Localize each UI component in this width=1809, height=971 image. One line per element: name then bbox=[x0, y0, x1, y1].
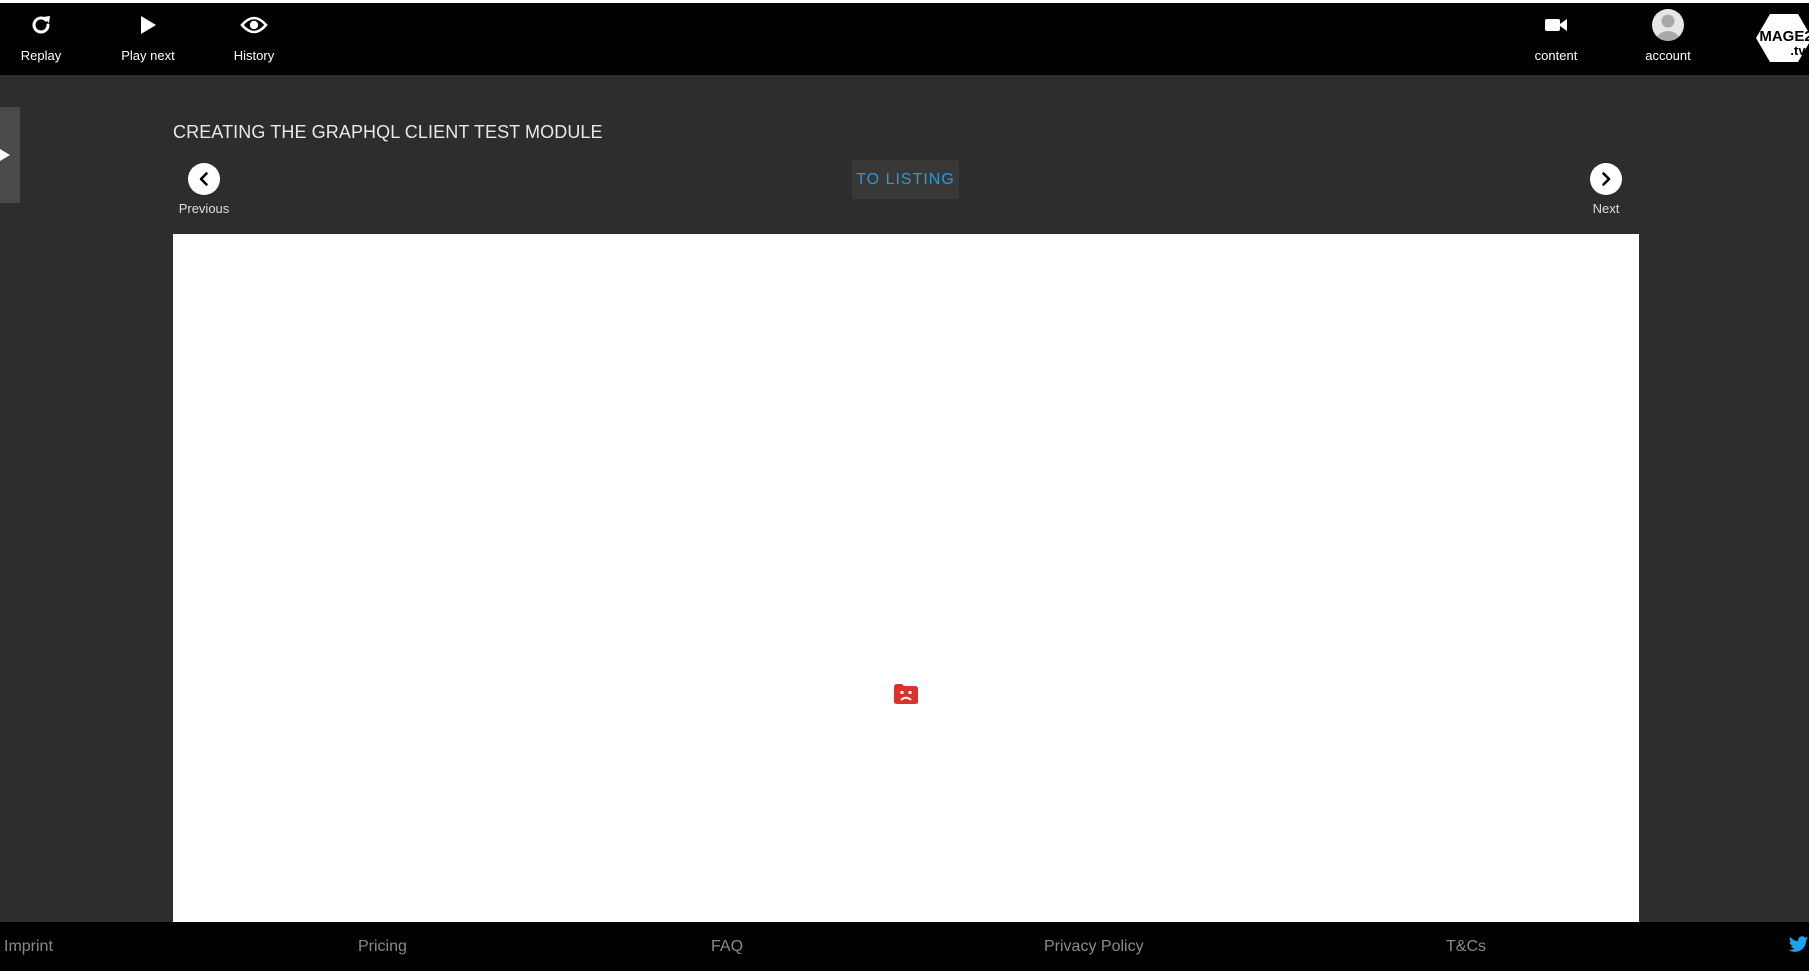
page-title: CREATING THE GRAPHQL CLIENT TEST MODULE bbox=[173, 122, 603, 142]
video-camera-icon bbox=[1544, 3, 1568, 47]
previous-button[interactable]: Previous bbox=[178, 163, 230, 216]
account-label: account bbox=[1645, 48, 1691, 63]
eye-icon bbox=[240, 3, 268, 47]
to-listing-button[interactable]: TO LISTING bbox=[852, 160, 959, 199]
account-button[interactable]: account bbox=[1640, 3, 1696, 75]
footer-link-pricing[interactable]: Pricing bbox=[358, 922, 407, 971]
history-button[interactable]: History bbox=[230, 3, 278, 75]
footer-link-privacy-policy[interactable]: Privacy Policy bbox=[1044, 922, 1144, 971]
twitter-icon[interactable] bbox=[1788, 935, 1809, 960]
play-next-button[interactable]: Play next bbox=[118, 3, 178, 75]
footer: Imprint Pricing FAQ Privacy Policy T&Cs bbox=[0, 922, 1809, 971]
replay-label: Replay bbox=[20, 48, 62, 63]
mage2tv-logo[interactable]: MAGE2 .tv bbox=[1754, 12, 1809, 64]
next-label: Next bbox=[1592, 201, 1620, 216]
play-next-label: Play next bbox=[121, 48, 175, 63]
top-toolbar: Replay Play next History content account… bbox=[0, 3, 1809, 75]
replay-button[interactable]: Replay bbox=[18, 3, 64, 75]
logo-text-tv: .tv bbox=[1790, 43, 1806, 58]
video-player[interactable] bbox=[173, 234, 1639, 922]
avatar-icon bbox=[1651, 3, 1685, 47]
content-button[interactable]: content bbox=[1530, 3, 1582, 75]
footer-link-imprint[interactable]: Imprint bbox=[4, 922, 53, 971]
content-label: content bbox=[1534, 48, 1578, 63]
expand-arrow-icon bbox=[0, 149, 10, 161]
sidebar-toggle[interactable] bbox=[0, 107, 20, 203]
chevron-left-icon bbox=[188, 163, 220, 195]
next-button[interactable]: Next bbox=[1590, 163, 1622, 216]
replay-icon bbox=[29, 3, 53, 47]
footer-link-faq[interactable]: FAQ bbox=[711, 922, 743, 971]
sad-folder-icon bbox=[893, 683, 919, 710]
chevron-right-icon bbox=[1590, 163, 1622, 195]
footer-link-terms[interactable]: T&Cs bbox=[1446, 922, 1486, 971]
play-icon bbox=[138, 3, 158, 47]
previous-label: Previous bbox=[178, 201, 230, 216]
history-label: History bbox=[233, 48, 275, 63]
